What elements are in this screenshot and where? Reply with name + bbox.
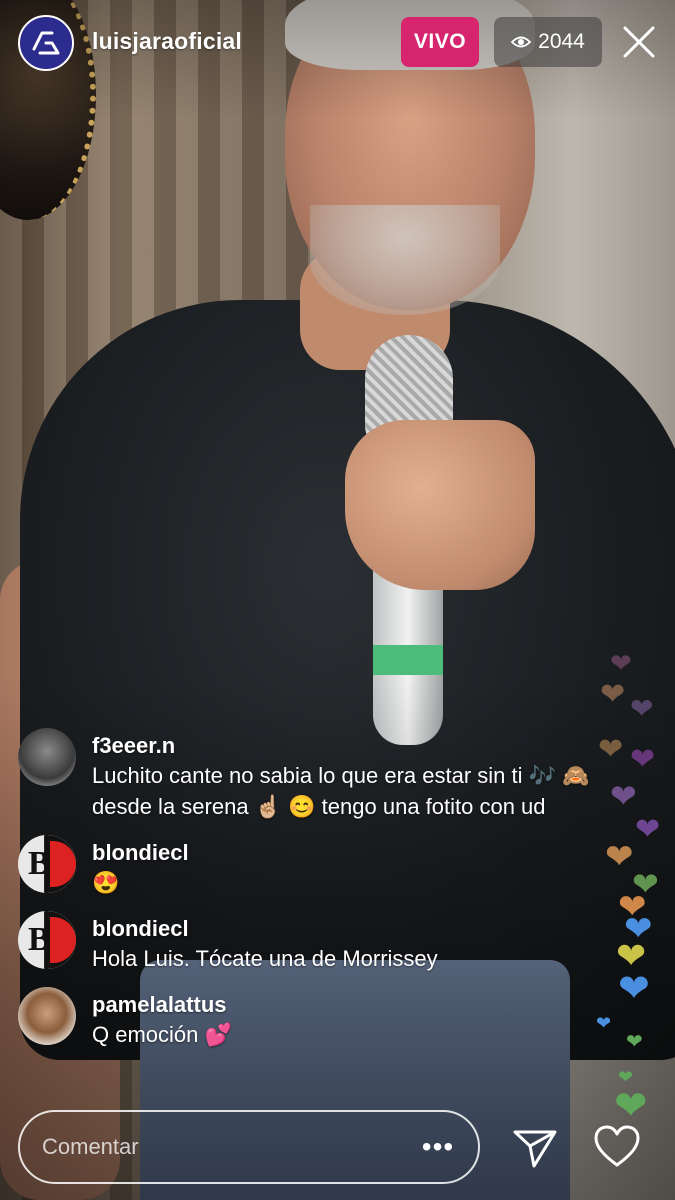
eye-icon bbox=[511, 36, 532, 48]
heart-reaction-icon: ❤ bbox=[626, 1031, 643, 1053]
viewer-count-badge[interactable]: 2044 bbox=[494, 17, 602, 67]
commenter-avatar[interactable]: B ★ bbox=[18, 835, 76, 893]
heart-reaction-icon: ❤ bbox=[610, 648, 632, 678]
close-button[interactable] bbox=[615, 18, 663, 66]
live-badge: VIVO bbox=[401, 17, 479, 67]
comment-username[interactable]: pamelalattus bbox=[92, 991, 608, 1019]
comment-username[interactable]: f3eeer.n bbox=[92, 732, 608, 760]
heart-reaction-icon: ❤ bbox=[614, 1084, 648, 1128]
comment-field-container[interactable]: ••• bbox=[18, 1110, 480, 1184]
live-comments: f3eeer.n Luchito cante no sabia lo que e… bbox=[18, 728, 608, 1063]
comment-text: Q emoción 💕 bbox=[92, 1022, 232, 1047]
singer-hand bbox=[345, 420, 535, 590]
send-icon bbox=[513, 1130, 557, 1168]
viewer-count: 2044 bbox=[538, 30, 585, 53]
comment-username[interactable]: blondiecl bbox=[92, 839, 608, 867]
singer-beard bbox=[310, 205, 500, 315]
lj-logo-icon bbox=[32, 31, 60, 55]
heart-reaction-icon: ❤ bbox=[610, 778, 637, 814]
heart-reaction-icon: ❤ bbox=[630, 693, 654, 724]
commenter-avatar[interactable] bbox=[18, 987, 76, 1045]
commenter-avatar[interactable] bbox=[18, 728, 76, 786]
broadcaster-username[interactable]: luisjaraoficial bbox=[92, 28, 242, 55]
comment-text: Hola Luis. Tócate una de Morrissey bbox=[92, 946, 438, 971]
heart-reaction-icon: ❤ bbox=[630, 743, 656, 776]
heart-icon bbox=[594, 1125, 640, 1167]
heart-reaction-icon: ❤ bbox=[635, 813, 661, 846]
comment-item: B ★ blondiecl Hola Luis. Tócate una de Mo… bbox=[18, 911, 608, 974]
like-button[interactable] bbox=[592, 1122, 642, 1172]
commenter-avatar[interactable]: B ★ bbox=[18, 911, 76, 969]
more-options-button[interactable]: ••• bbox=[418, 1131, 458, 1163]
comment-username[interactable]: blondiecl bbox=[92, 915, 608, 943]
comment-item: pamelalattus Q emoción 💕 bbox=[18, 987, 608, 1050]
close-icon bbox=[623, 26, 655, 58]
heart-reaction-icon: ❤ bbox=[618, 968, 650, 1010]
comment-input[interactable] bbox=[40, 1133, 418, 1161]
heart-reaction-icon: ❤ bbox=[600, 678, 626, 711]
comment-text: Luchito cante no sabia lo que era estar … bbox=[92, 763, 590, 819]
comment-item: B ★ blondiecl 😍 bbox=[18, 835, 608, 898]
broadcaster-avatar[interactable] bbox=[18, 15, 74, 71]
comment-text: 😍 bbox=[92, 870, 120, 895]
share-button[interactable] bbox=[510, 1122, 560, 1172]
heart-reaction-icon: ❤ bbox=[605, 838, 634, 876]
comment-item: f3eeer.n Luchito cante no sabia lo que e… bbox=[18, 728, 608, 822]
